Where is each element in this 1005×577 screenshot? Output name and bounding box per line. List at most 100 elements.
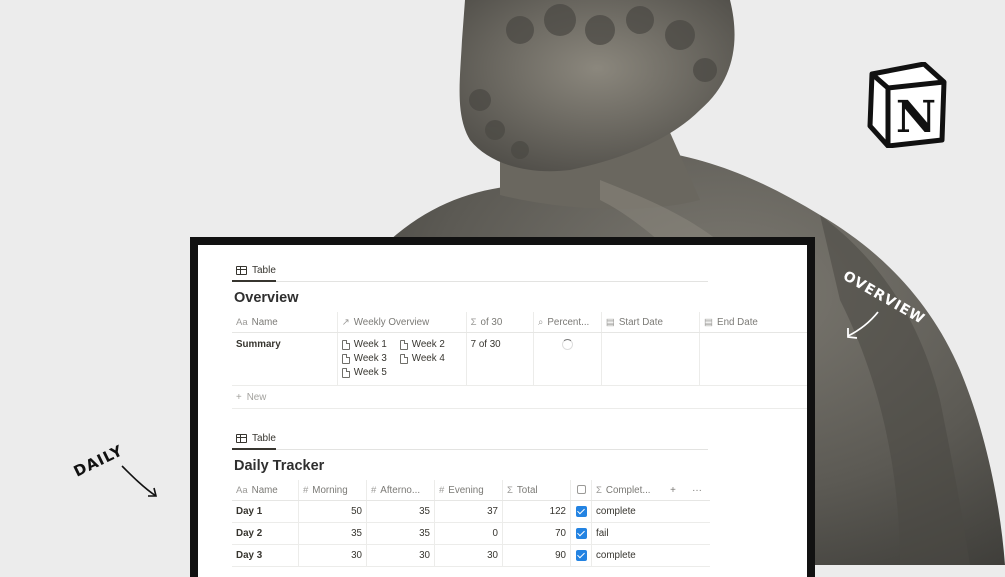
afternoon-cell[interactable]: 35 [366, 500, 435, 523]
plus-icon: + [236, 391, 242, 403]
column-label: Start Date [618, 316, 663, 328]
checkbox-cell[interactable] [570, 544, 592, 567]
column-header-weekly-overview[interactable]: ↗ Weekly Overview [336, 312, 467, 333]
search-icon: ⌕ [538, 316, 544, 328]
page-icon [399, 353, 408, 364]
table-row[interactable]: Day 2 35 35 0 70 fail [232, 522, 710, 545]
page-icon [341, 339, 350, 350]
week-5-link[interactable]: Week 5 [341, 367, 400, 378]
column-header-afternoon[interactable]: # Afterno... [366, 480, 435, 501]
plus-icon: + [670, 484, 676, 496]
week-2-link[interactable]: Week 2 [399, 339, 458, 350]
calendar-icon: ▤ [704, 316, 714, 328]
row-name-cell[interactable]: Day 1 [232, 500, 299, 523]
number-icon: # [303, 484, 309, 496]
morning-cell[interactable]: 50 [298, 500, 367, 523]
morning-cell[interactable]: 35 [298, 522, 367, 545]
column-header-of-30[interactable]: Σof 30 [465, 312, 534, 333]
daily-tracker-database: Table Daily Tracker Aa Name # Morning # Aft… [232, 427, 807, 567]
checkbox-checked[interactable] [575, 527, 587, 539]
column-header-end-date[interactable]: ▤ End Date [699, 312, 807, 333]
daily-table-view-tab[interactable]: Table [232, 427, 708, 450]
table-row[interactable]: Day 1 50 35 37 122 complete [232, 500, 710, 523]
week-label: Week 5 [353, 367, 387, 378]
column-label: Total [516, 484, 538, 496]
column-header-start-date[interactable]: ▤ Start Date [600, 312, 700, 333]
week-4-link[interactable]: Week 4 [399, 353, 458, 364]
status-cell[interactable]: fail [591, 522, 662, 545]
weekly-overview-cell[interactable]: Week 1 Week 2 Week 3 Week 4 Week 5 [336, 332, 467, 386]
checkbox-checked[interactable] [575, 505, 587, 517]
status-cell[interactable]: complete [591, 500, 662, 523]
column-label: Weekly Overview [353, 316, 430, 328]
column-label: Name [251, 316, 278, 328]
column-header-percent[interactable]: ⌕ Percent... [533, 312, 602, 333]
column-label: Complet... [605, 484, 651, 496]
table-icon [236, 265, 247, 275]
status-cell[interactable]: complete [591, 544, 662, 567]
afternoon-cell[interactable]: 35 [366, 522, 435, 545]
view-tab-label: Table [252, 432, 276, 444]
column-label: End Date [717, 316, 758, 328]
column-header-name[interactable]: Aa Name [232, 480, 299, 501]
progress-ring-icon [561, 339, 573, 350]
text-prop-icon: Aa [236, 484, 248, 496]
week-label: Week 1 [353, 339, 387, 350]
notion-window: Table Overview Aa Name ↗ Weekly Overview Σ… [190, 237, 815, 577]
column-header-checkbox[interactable] [570, 480, 592, 501]
column-header-evening[interactable]: # Evening [434, 480, 503, 501]
row-name-cell[interactable]: Day 2 [232, 522, 299, 545]
checkbox-prop-icon [576, 485, 586, 495]
table-row[interactable]: Summary Week 1 Week 2 Week 3 Week 4 Week… [232, 332, 807, 386]
week-label: Week 4 [411, 353, 445, 364]
daily-arrow-icon [121, 465, 158, 497]
column-label: Name [251, 484, 278, 496]
view-tab-label: Table [252, 264, 276, 276]
start-date-cell[interactable] [600, 332, 700, 386]
checkbox-cell[interactable] [570, 500, 592, 523]
total-cell[interactable]: 90 [502, 544, 571, 567]
end-date-cell[interactable] [699, 332, 807, 386]
week-3-link[interactable]: Week 3 [341, 353, 400, 364]
overview-table: Aa Name ↗ Weekly Overview Σof 30 ⌕ Percent.… [232, 312, 807, 386]
notion-page: Table Overview Aa Name ↗ Weekly Overview Σ… [198, 245, 807, 577]
column-label: Afterno... [380, 484, 421, 496]
row-name-cell[interactable]: Day 3 [232, 544, 299, 567]
table-icon [236, 433, 247, 443]
checkbox-checked[interactable] [575, 549, 587, 561]
evening-cell[interactable]: 37 [434, 500, 503, 523]
column-header-total[interactable]: Σ Total [502, 480, 571, 501]
table-row[interactable]: Day 3 30 30 30 90 complete [232, 544, 710, 567]
afternoon-cell[interactable]: 30 [366, 544, 435, 567]
relation-icon: ↗ [341, 316, 350, 328]
page-icon [399, 339, 408, 350]
add-property-button[interactable]: + [662, 480, 684, 501]
notion-logo-letter: N [896, 92, 936, 143]
week-label: Week 2 [411, 339, 445, 350]
page-icon [341, 353, 350, 364]
total-cell[interactable]: 122 [502, 500, 571, 523]
new-row-button[interactable]: + New [232, 386, 807, 409]
total-cell[interactable]: 70 [502, 522, 571, 545]
notion-logo-icon: N [867, 62, 947, 148]
week-label: Week 3 [353, 353, 387, 364]
evening-cell[interactable]: 0 [434, 522, 503, 545]
column-header-complete[interactable]: Σ Complet... [591, 480, 662, 501]
of-30-cell[interactable]: 7 of 30 [465, 332, 534, 386]
column-label: Morning [312, 484, 348, 496]
more-icon: ··· [692, 484, 702, 496]
more-options-button[interactable]: ··· [684, 480, 710, 501]
overview-table-view-tab[interactable]: Table [232, 259, 708, 282]
page-icon [341, 367, 350, 378]
column-header-morning[interactable]: # Morning [298, 480, 367, 501]
checkbox-cell[interactable] [570, 522, 592, 545]
overview-title[interactable]: Overview [234, 290, 807, 306]
overview-arrow-icon [847, 311, 879, 339]
evening-cell[interactable]: 30 [434, 544, 503, 567]
row-name-cell[interactable]: Summary [232, 332, 338, 386]
morning-cell[interactable]: 30 [298, 544, 367, 567]
column-header-name[interactable]: Aa Name [232, 312, 338, 333]
percent-cell[interactable] [533, 332, 602, 386]
week-1-link[interactable]: Week 1 [341, 339, 400, 350]
daily-tracker-title[interactable]: Daily Tracker [234, 458, 807, 474]
